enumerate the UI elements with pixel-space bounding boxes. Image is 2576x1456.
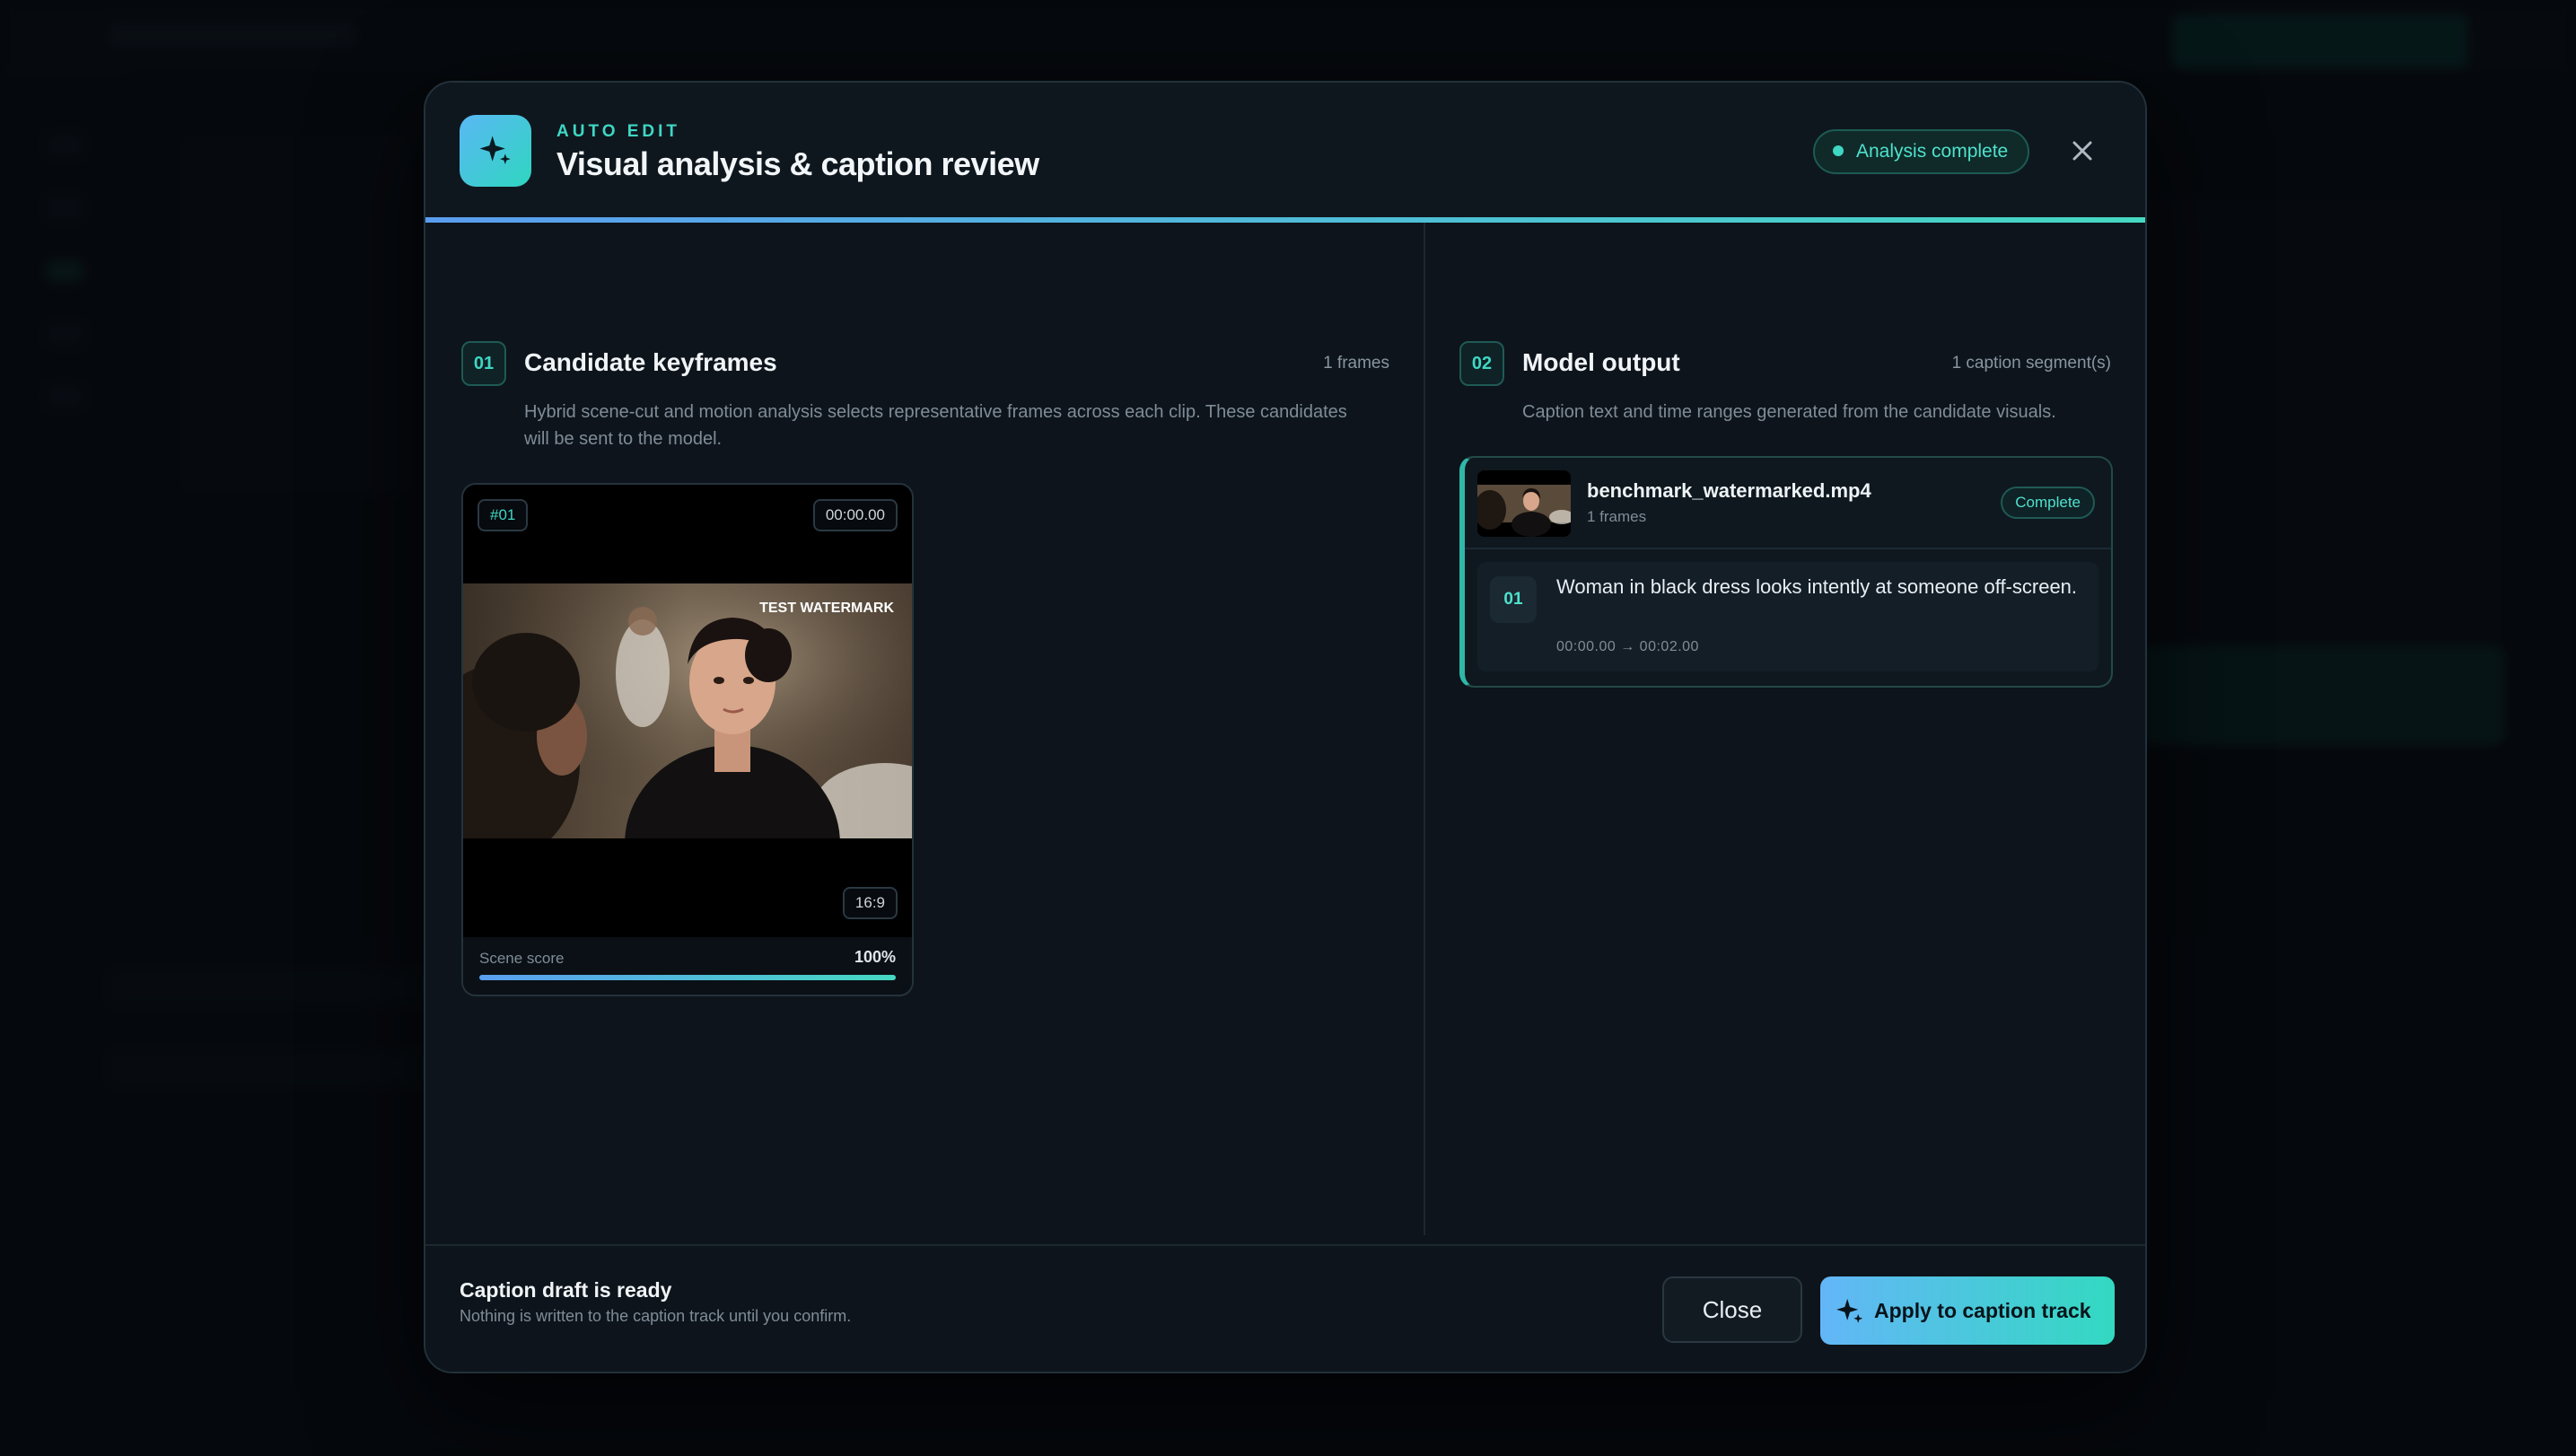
sparkle-icon: [460, 115, 531, 187]
segment-index: 01: [1490, 576, 1537, 623]
section-title: Candidate keyframes: [524, 348, 777, 376]
file-name: benchmark_watermarked.mp4: [1587, 479, 1871, 502]
section-description: Caption text and time ranges generated f…: [1522, 402, 2056, 422]
frame-count: 1 frames: [1323, 354, 1389, 373]
aspect-ratio-badge: 16:9: [842, 887, 898, 919]
keyframe-card[interactable]: TEST WATERMARK #01 00:00.00 16:9 Scene s…: [461, 483, 914, 996]
model-output-section: 02 Model output 1 caption segment(s) Cap…: [1425, 223, 2145, 1235]
footer-title: Caption draft is ready: [460, 1278, 672, 1302]
scene-score-fill: [479, 975, 896, 980]
status-dot-icon: [1833, 145, 1844, 156]
keyframe-scene: TEST WATERMARK: [463, 583, 912, 838]
auto-edit-modal: AUTO EDIT Visual analysis & caption revi…: [424, 81, 2147, 1373]
keyframe-index: #01: [478, 499, 529, 531]
keyframe-index-label: #01: [490, 506, 516, 523]
sparkle-icon: [1836, 1298, 1863, 1323]
modal-title: Visual analysis & caption review: [556, 145, 1039, 182]
scene-score-bar: [479, 975, 896, 980]
apply-button-label: Apply to caption track: [1874, 1299, 2091, 1322]
segment-caption-text: Woman in black dress looks intently at s…: [1556, 575, 2078, 598]
step-badge: 02: [1459, 341, 1504, 386]
keyframe-timestamp: 00:00.00: [812, 499, 898, 531]
watermark-text: TEST WATERMARK: [759, 601, 894, 616]
close-icon[interactable]: [2064, 133, 2100, 169]
step-badge: 01: [461, 341, 506, 386]
output-file-header: benchmark_watermarked.mp4 1 frames Compl…: [1465, 458, 2111, 549]
scene-score-value: 100%: [854, 948, 896, 966]
file-frame-count: 1 frames: [1587, 508, 1647, 525]
keyframes-section: 01 Candidate keyframes 1 frames Hybrid s…: [425, 223, 1424, 1235]
close-button[interactable]: Close: [1662, 1276, 1802, 1343]
section-description: Hybrid scene-cut and motion analysis sel…: [524, 402, 1347, 449]
section-title: Model output: [1522, 348, 1680, 376]
status-badge: Complete: [2001, 487, 2095, 519]
output-file-card[interactable]: benchmark_watermarked.mp4 1 frames Compl…: [1459, 456, 2113, 688]
status-badge: Analysis complete: [1813, 129, 2030, 174]
scene-score-label: Scene score: [479, 950, 565, 967]
keyframe-image: TEST WATERMARK #01 00:00.00 16:9: [463, 485, 912, 937]
segment-time-range: 00:00.00 → 00:02.00: [1556, 639, 1699, 654]
modal-header: AUTO EDIT Visual analysis & caption revi…: [425, 83, 2145, 219]
modal-eyebrow: AUTO EDIT: [556, 122, 681, 141]
footer-subtitle: Nothing is written to the caption track …: [460, 1307, 852, 1325]
apply-button[interactable]: Apply to caption track: [1820, 1276, 2115, 1345]
caption-segment[interactable]: 01 Woman in black dress looks intently a…: [1477, 562, 2098, 671]
status-label: Analysis complete: [1856, 141, 2009, 162]
segment-count: 1 caption segment(s): [1951, 354, 2111, 373]
file-thumbnail: [1477, 470, 1571, 537]
